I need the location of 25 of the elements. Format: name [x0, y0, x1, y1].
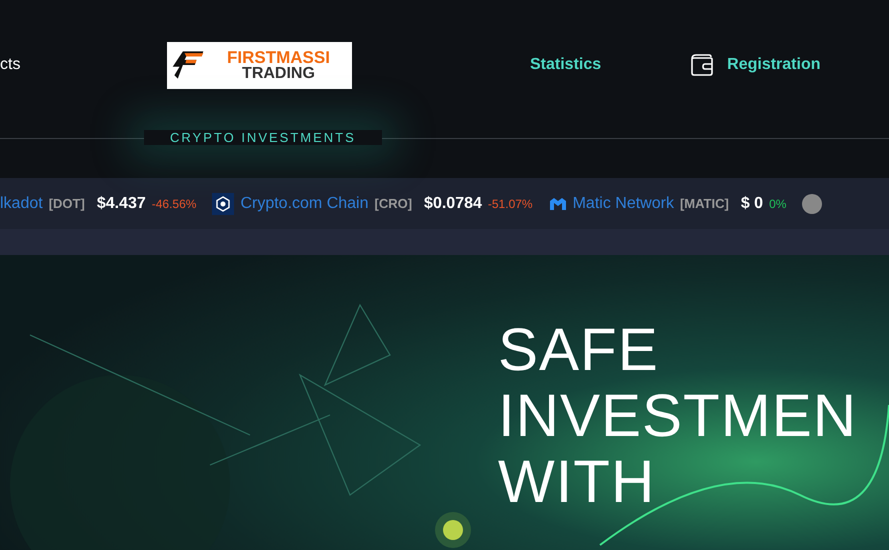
coin-name[interactable]: Crypto.com Chain: [240, 194, 368, 212]
logo[interactable]: FIRSTMASSI TRADING: [167, 42, 352, 88]
coin-price: $0.0784: [424, 194, 482, 212]
coin-icon: [548, 196, 567, 210]
coin-symbol: [CRO]: [374, 196, 412, 211]
hero-heading: SAFE: [498, 317, 660, 383]
coin-name[interactable]: Matic Network: [572, 194, 674, 212]
hero-heading: INVESTMEN: [498, 383, 858, 449]
price-change: 0%: [769, 196, 786, 210]
coin-symbol: [MATIC]: [680, 196, 729, 211]
coin-price: $4.437: [96, 194, 146, 212]
coin-price: $ 0: [740, 194, 764, 212]
coin-symbol: [DOT]: [48, 196, 85, 211]
logo-subtitle: TRADING: [242, 66, 315, 82]
coin-icon: [212, 192, 234, 214]
hero-heading: WITH: [498, 449, 656, 515]
price-change: -51.07%: [488, 196, 533, 210]
wallet-icon: [689, 53, 716, 77]
nav-link[interactable]: cts: [0, 56, 167, 74]
nav-link[interactable]: Registration: [689, 53, 820, 77]
nav-link-label: Registration: [727, 56, 820, 74]
coin-name[interactable]: lkadot: [0, 194, 43, 212]
logo-title: FIRSTMASSI: [227, 48, 330, 66]
tagline: CRYPTO INVESTMENTS: [144, 130, 382, 145]
price-change: -46.56%: [152, 196, 196, 210]
